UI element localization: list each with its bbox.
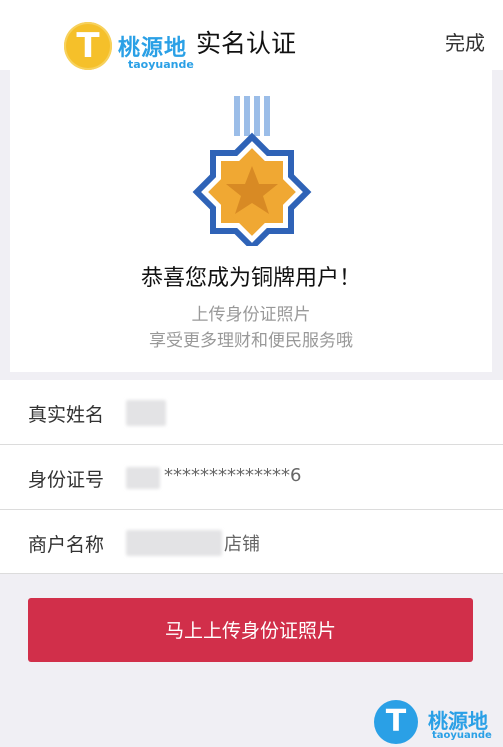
row-real-name: 真实姓名 [0, 380, 503, 444]
real-name-label: 真实姓名 [28, 404, 105, 426]
merchant-name-label: 商户名称 [28, 534, 105, 556]
row-id-number: 身份证号 **************6 [0, 445, 503, 509]
merchant-name-value: 店铺 [224, 534, 260, 555]
id-number-redacted [126, 467, 160, 489]
watermark-badge-subtext: taoyuande [432, 730, 492, 741]
watermark-logo-icon: T [64, 22, 112, 70]
id-number-label: 身份证号 [28, 469, 105, 491]
divider [0, 573, 503, 574]
hint-line-1: 上传身份证照片 [191, 305, 311, 325]
info-form: 真实姓名 身份证号 **************6 商户名称 店铺 [0, 380, 503, 574]
upload-id-photo-button[interactable]: 马上上传身份证照片 [28, 598, 473, 662]
verification-card: 恭喜您成为铜牌用户！ 上传身份证照片 享受更多理财和便民服务哦 [10, 70, 492, 372]
done-button[interactable]: 完成 [445, 27, 485, 56]
congrats-text: 恭喜您成为铜牌用户！ [140, 266, 361, 291]
watermark-logo-letter: T [76, 26, 100, 66]
watermark-badge-icon: T [374, 700, 418, 744]
row-merchant-name: 商户名称 店铺 [0, 510, 503, 574]
hint-line-2: 享受更多理财和便民服务哦 [149, 331, 353, 351]
page-title: 实名认证 [196, 29, 297, 58]
id-number-value: **************6 [164, 465, 302, 486]
watermark-badge-letter: T [385, 704, 407, 739]
bronze-medal-icon [192, 96, 312, 246]
real-name-redacted [126, 400, 166, 426]
nav-bar: T 桃源地 taoyuande 实名认证 完成 [0, 0, 503, 71]
merchant-name-redacted [126, 530, 222, 556]
